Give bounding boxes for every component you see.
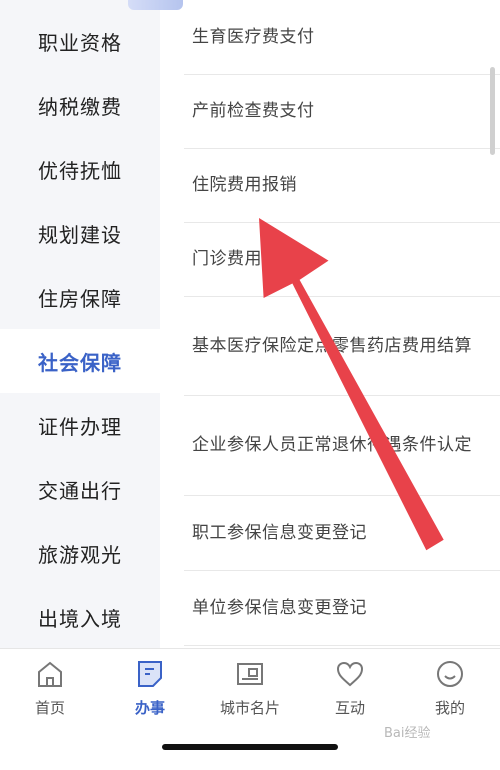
tab-home[interactable]: 首页 [0,659,100,719]
service-item[interactable]: 住院费用报销 [184,149,500,223]
tab-label: 城市名片 [219,699,280,717]
category-item[interactable]: 交通出行 [0,457,160,521]
tab-label: 互动 [334,699,365,717]
category-item[interactable]: 职业资格 [0,9,160,73]
smile-icon [435,659,465,689]
category-item[interactable]: 出境入境 [0,585,160,649]
category-item[interactable]: 证件办理 [0,393,160,457]
service-label: 职工参保信息变更登记 [192,522,367,543]
home-indicator[interactable] [162,744,338,750]
home-icon [35,659,65,689]
service-label: 住院费用报销 [192,175,297,195]
category-item[interactable]: 旅游观光 [0,521,160,585]
heart-icon [335,659,365,689]
tab-label: 首页 [34,699,65,717]
service-item[interactable]: 单位参保信息变更登记 [184,571,500,646]
card-icon [235,659,265,689]
service-label: 生育医疗费支付 [192,26,315,47]
watermark: Bai经验 [384,726,431,741]
tab-city-card[interactable]: 城市名片 [200,659,300,719]
service-item[interactable]: 基本医疗保险定点零售药店费用结算 [184,297,500,396]
service-label: 产前检查费支付 [192,101,315,121]
category-item[interactable]: 规划建设 [0,201,160,265]
service-label: 单位参保信息变更登记 [192,597,367,618]
service-label: 基本医疗保险定点零售药店费用结算 [192,335,472,356]
category-sidebar: 职业资格 纳税缴费 优待抚恤 规划建设 住房保障 社会保障 证件办理 交通出行 … [0,0,183,649]
service-item[interactable]: 职工参保信息变更登记 [184,496,500,571]
tab-tasks[interactable]: 办事 [100,659,200,719]
tab-label: 我的 [434,699,465,717]
tab-interaction[interactable]: 互动 [300,659,400,719]
tab-mine[interactable]: 我的 [400,659,500,719]
service-label: 门诊费用 [192,249,262,269]
bottom-tab-bar: 首页 办事 城市名片 互动 我的 [0,648,500,770]
scrollbar[interactable] [490,67,495,155]
service-item[interactable]: 生育医疗费支付 [184,0,500,75]
service-list: 生育医疗费支付 产前检查费支付 住院费用报销 门诊费用 基本医疗保险定点零售药店… [184,0,500,648]
tab-label: 办事 [134,699,165,717]
category-item[interactable]: 住房保障 [0,265,160,329]
task-icon [135,659,165,689]
service-label: 企业参保人员正常退休待遇条件认定 [192,435,472,455]
service-item[interactable]: 企业参保人员正常退休待遇条件认定 [184,396,500,496]
category-item-active[interactable]: 社会保障 [0,329,160,393]
service-item[interactable]: 产前检查费支付 [184,75,500,149]
service-item[interactable]: 门诊费用 [184,223,500,297]
category-item[interactable]: 优待抚恤 [0,137,160,201]
category-item[interactable]: 纳税缴费 [0,73,160,137]
